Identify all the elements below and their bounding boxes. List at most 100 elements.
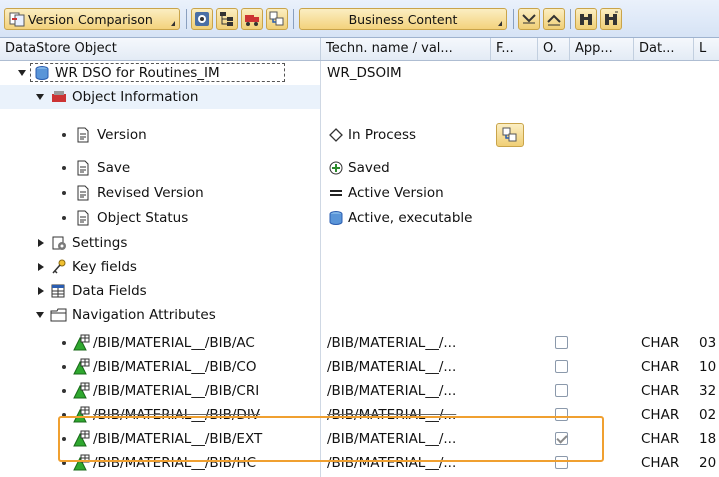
nav-attribute-checkbox[interactable] [555,336,568,349]
save-value: Saved [348,160,390,176]
root-label: WR DSO for Routines_IM [55,65,220,81]
nav-attribute-checkbox[interactable] [555,360,568,373]
data-fields-label: Data Fields [72,283,147,299]
nav-attribute-type: CHAR [641,455,680,471]
active-executable-icon [329,211,343,225]
saved-icon [329,161,343,175]
active-version-icon [330,190,342,196]
document-icon [77,160,89,176]
toolbar: Version Comparison Business Content [0,0,719,38]
nav-attribute-type: CHAR [641,359,680,375]
collapsed-icon[interactable] [38,287,44,295]
where-used-icon [502,127,517,142]
column-header-l[interactable]: L [694,38,719,60]
find-next-icon [605,11,618,25]
separator [186,9,187,29]
find-button[interactable] [575,8,597,30]
version-comparison-button[interactable]: Version Comparison [4,8,180,30]
object-info-icon [52,91,66,102]
save-label: Save [97,160,131,176]
key-icon [52,259,66,274]
navigation-attribute-icon [73,382,90,399]
nav-attribute-techname: /BIB/MATERIAL__/... [327,335,457,351]
expanded-icon[interactable] [36,94,44,100]
transport-button[interactable] [241,8,263,30]
column-header: DataStore Object Techn. name / val... F.… [0,38,719,61]
version-comparison-label: Version Comparison [28,11,153,27]
tree-row-version[interactable]: Version In Process [0,123,719,147]
tree-row-save[interactable]: Save Saved [0,156,719,180]
compare-icon [9,12,25,27]
nav-attribute-length: 18 [699,431,717,447]
tree-row-object-information[interactable]: Object Information [0,85,320,109]
column-header-app[interactable]: App... [570,38,634,60]
expand-button[interactable] [543,8,565,30]
expanded-icon[interactable] [36,312,44,318]
bullet [62,389,66,393]
nav-attribute-techname: /BIB/MATERIAL__/... [327,383,457,399]
column-header-f[interactable]: F... [491,38,538,60]
tree-row-root[interactable]: WR DSO for Routines_IM WR_DSOIM [0,61,719,85]
business-content-button[interactable]: Business Content [299,8,507,30]
nav-attribute-length: 02 [699,407,717,423]
separator [293,9,294,29]
tree-row-settings[interactable]: Settings [0,231,719,255]
collapse-icon [522,14,536,24]
tree-row-revised-version[interactable]: Revised Version Active Version [0,181,719,205]
hierarchy-button[interactable] [216,8,238,30]
nav-attribute-length: 03 [699,335,717,351]
where-used-button[interactable] [266,8,288,30]
root-techname: WR_DSOIM [327,65,402,81]
version-action-button[interactable] [496,123,524,147]
revised-version-value: Active Version [348,185,444,201]
in-process-icon [329,128,343,142]
bullet [62,216,66,220]
tree-body: WR DSO for Routines_IM WR_DSOIM Object I… [0,61,719,477]
nav-attribute-type: CHAR [641,407,680,423]
version-value: In Process [348,127,417,143]
tree-row-object-status[interactable]: Object Status Active, executable [0,206,719,230]
tree-row-data-fields[interactable]: Data Fields [0,279,719,303]
nav-attribute-row[interactable]: /BIB/MATERIAL__/BIB/CO /BIB/MATERIAL__/.… [0,355,719,379]
nav-attribute-row[interactable]: /BIB/MATERIAL__/BIB/CRI /BIB/MATERIAL__/… [0,379,719,403]
binoculars-icon [580,14,592,25]
folder-icon [50,308,67,322]
bullet [62,191,66,195]
bullet [62,133,66,137]
navigation-attribute-icon [73,334,90,351]
column-header-dat[interactable]: Dat... [634,38,694,60]
collapsed-icon[interactable] [38,263,44,271]
nav-attribute-type: CHAR [641,335,680,351]
document-icon [77,127,89,143]
column-header-techname[interactable]: Techn. name / val... [321,38,491,60]
tree-row-key-fields[interactable]: Key fields [0,255,719,279]
find-next-button[interactable] [600,8,622,30]
data-fields-icon [51,284,65,298]
bullet [62,341,66,345]
nav-attribute-checkbox[interactable] [555,384,568,397]
collapsed-icon[interactable] [38,239,44,247]
where-used-icon [269,11,284,26]
nav-attribute-row[interactable]: /BIB/MATERIAL__/BIB/AC /BIB/MATERIAL__/.… [0,331,719,355]
highlight-frame [58,416,604,462]
column-header-object[interactable]: DataStore Object [0,38,321,60]
tree-row-navigation-attributes[interactable]: Navigation Attributes [0,303,719,327]
navigation-attributes-label: Navigation Attributes [72,307,216,323]
tree-icon [220,12,233,26]
object-status-label: Object Status [97,210,189,226]
separator [513,9,514,29]
version-label: Version [97,127,147,143]
display-button[interactable] [191,8,213,30]
column-header-o[interactable]: O. [538,38,570,60]
nav-attribute-length: 10 [699,359,717,375]
business-content-label: Business Content [348,11,458,27]
expanded-icon[interactable] [18,70,26,76]
expand-icon [547,14,561,26]
nav-attribute-name: /BIB/MATERIAL__/BIB/CO [93,359,257,375]
collapse-button[interactable] [518,8,540,30]
revised-version-label: Revised Version [97,185,204,201]
nav-attribute-length: 32 [699,383,717,399]
truck-icon [245,15,259,26]
glasses-icon [195,12,209,26]
bullet [62,365,66,369]
